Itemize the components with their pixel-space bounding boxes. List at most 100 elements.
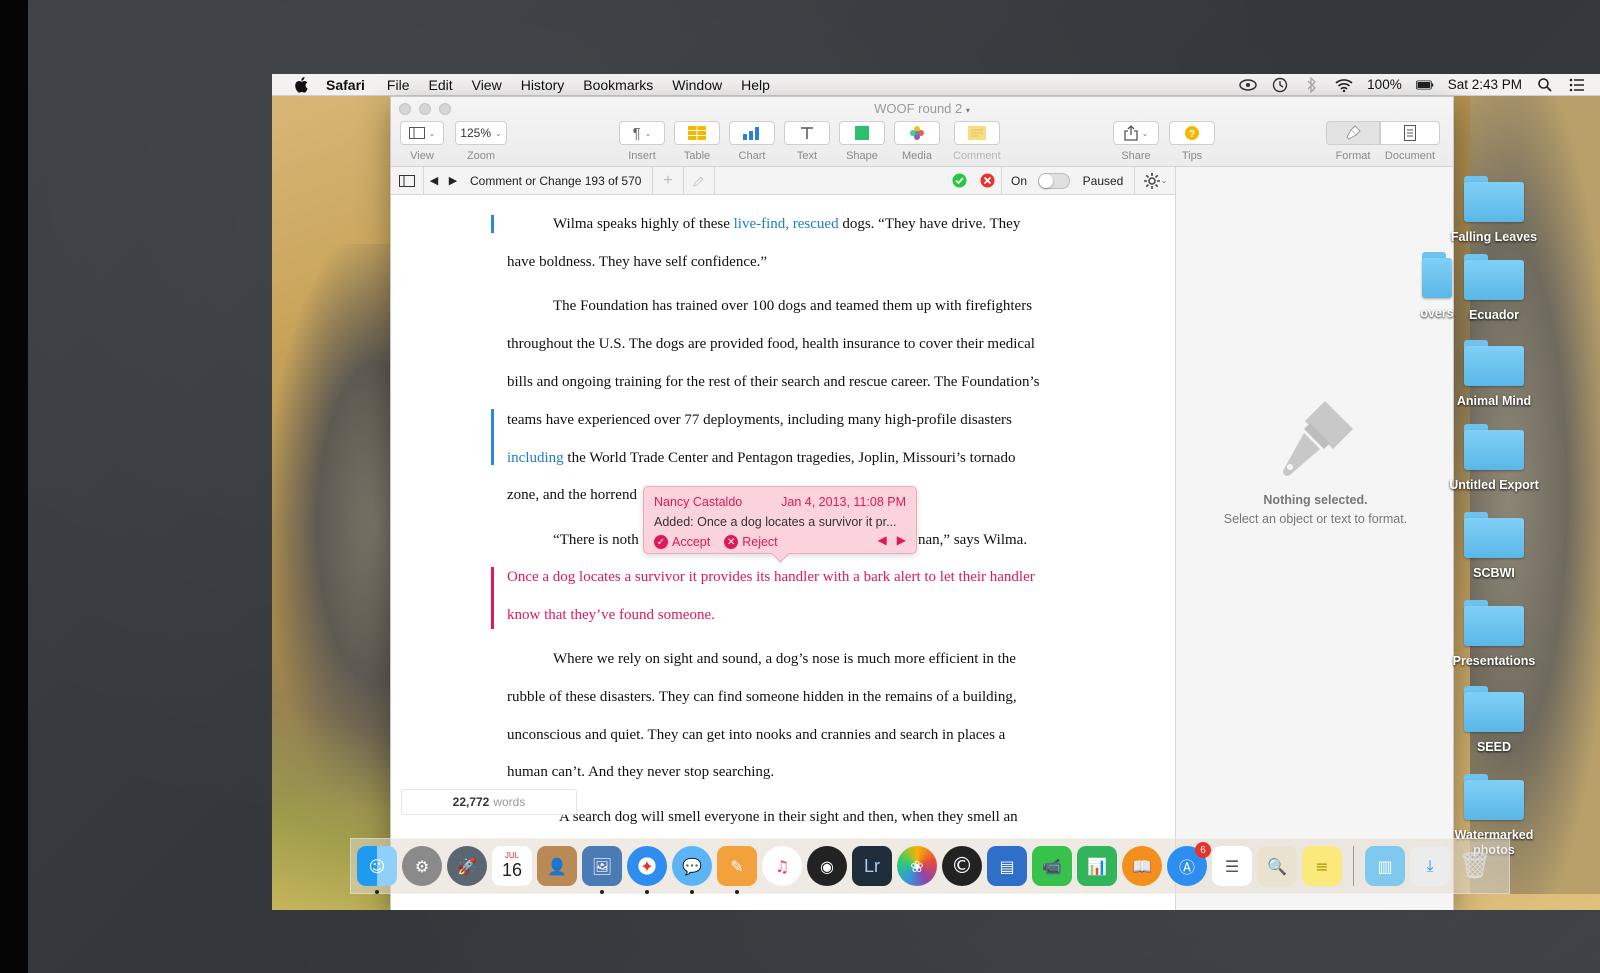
menu-history[interactable]: History: [521, 77, 565, 93]
pages-icon[interactable]: ✎: [717, 846, 757, 894]
desktop-folder[interactable]: Presentations: [1444, 600, 1544, 669]
spotlight-search-icon[interactable]: [1536, 77, 1554, 93]
menu-file[interactable]: File: [387, 77, 410, 93]
edit-comment-button[interactable]: [684, 167, 714, 195]
gear-icon: ⚙: [414, 856, 430, 876]
change-popover[interactable]: Nancy Castaldo Jan 4, 2013, 11:08 PM Add…: [643, 486, 917, 554]
preview-viewer-icon[interactable]: 🔍: [1257, 846, 1297, 886]
time-machine-icon[interactable]: [1271, 77, 1289, 93]
desktop-folder[interactable]: Untitled Export: [1444, 424, 1544, 493]
notification-center-icon[interactable]: [1568, 77, 1586, 93]
view-button[interactable]: ⌄: [400, 121, 444, 145]
desktop-folder[interactable]: Animal Mind: [1444, 340, 1544, 409]
document-title[interactable]: WOOF round 2 ▾: [391, 101, 1453, 116]
text-group: Text: [784, 121, 830, 162]
format-button[interactable]: [1326, 121, 1380, 145]
next-change-arrow-icon[interactable]: ▶: [897, 533, 906, 547]
reject-change-button[interactable]: [973, 167, 1001, 195]
insert-button[interactable]: ¶ ⌄: [619, 121, 665, 145]
calendar-icon[interactable]: JUL 16: [492, 846, 532, 886]
review-bar: ◀ ▶ Comment or Change 193 of 570 + On Pa…: [391, 166, 1175, 195]
accept-check-icon: [952, 173, 966, 188]
applications-folder-icon[interactable]: ▥: [1365, 846, 1405, 886]
preview-icon[interactable]: 🖼: [582, 846, 622, 894]
menu-view[interactable]: View: [472, 77, 502, 93]
comment-button[interactable]: [953, 121, 1000, 145]
media-button[interactable]: [894, 121, 940, 145]
wifi-icon[interactable]: [1335, 77, 1353, 93]
keynote-icon[interactable]: ▤: [987, 846, 1027, 886]
creative-cloud-icon[interactable]: [1239, 77, 1257, 93]
popover-accept-button[interactable]: ✓ Accept: [654, 535, 710, 549]
facetime-icon[interactable]: 📹: [1032, 846, 1072, 886]
apple-icon[interactable]: [294, 76, 310, 93]
text-line: nan,” says Wilma.: [918, 532, 1028, 548]
lightroom-icon[interactable]: Lr: [852, 846, 892, 886]
change-bar: [491, 409, 494, 465]
photo-booth-icon[interactable]: ◉: [807, 846, 847, 886]
previous-change-button[interactable]: ◀: [424, 167, 444, 195]
menu-edit[interactable]: Edit: [428, 77, 452, 93]
podium-icon: ▤: [999, 856, 1015, 876]
insert-label: Insert: [628, 150, 656, 162]
text-button[interactable]: [784, 121, 830, 145]
battery-icon[interactable]: [1415, 77, 1434, 93]
zoom-value: 125%: [460, 126, 491, 140]
previous-change-arrow-icon[interactable]: ◀: [878, 533, 887, 547]
next-change-button[interactable]: ▶: [444, 167, 462, 195]
messages-icon[interactable]: 💬: [672, 846, 712, 894]
menu-help[interactable]: Help: [741, 77, 770, 93]
desktop-folder[interactable]: Ecuador: [1444, 254, 1544, 323]
system-preferences-icon[interactable]: ⚙: [402, 846, 442, 886]
text-line: bills and ongoing training for the rest …: [507, 374, 1040, 390]
folder-icon: [1464, 340, 1524, 386]
trash-icon[interactable]: 🗑: [1455, 846, 1495, 886]
desktop-folder[interactable]: SEED: [1444, 686, 1544, 755]
tips-button[interactable]: ?: [1169, 121, 1215, 145]
desktop-folder[interactable]: SCBWI: [1444, 512, 1544, 581]
photos-icon[interactable]: ❀: [897, 846, 937, 886]
chart-button[interactable]: [729, 121, 775, 145]
bluetooth-icon[interactable]: [1303, 76, 1321, 93]
ibooks-icon[interactable]: 📖: [1122, 846, 1162, 886]
copyright-app-icon[interactable]: ©: [942, 846, 982, 886]
accept-change-button[interactable]: [945, 167, 973, 195]
app-store-icon[interactable]: Ⓐ 6: [1167, 842, 1211, 886]
shape-button[interactable]: [839, 121, 885, 145]
document-page[interactable]: Wilma speaks highly of these live-find, …: [391, 195, 1175, 910]
downloads-stack-icon[interactable]: ⤓: [1410, 846, 1450, 886]
accept-label: Accept: [672, 535, 711, 549]
launchpad-icon[interactable]: 🚀: [447, 846, 487, 886]
shape-label: Shape: [846, 150, 878, 162]
popover-reject-button[interactable]: ✕ Reject: [724, 535, 778, 549]
zoom-select[interactable]: 125% ⌄: [455, 121, 507, 145]
safari-icon[interactable]: ✦: [627, 846, 667, 894]
view-label: View: [410, 150, 434, 162]
table-button[interactable]: [674, 121, 720, 145]
menu-window[interactable]: Window: [672, 77, 722, 93]
sidebar-toggle-icon: [399, 174, 415, 187]
menu-app-name[interactable]: Safari: [326, 77, 365, 93]
numbers-icon[interactable]: 📊: [1077, 846, 1117, 886]
word-count[interactable]: 22,772 words: [401, 789, 577, 815]
document-button[interactable]: [1380, 121, 1440, 145]
media-group: Media: [894, 121, 940, 162]
menubar-clock[interactable]: Sat 2:43 PM: [1448, 77, 1522, 92]
tracking-pause-toggle[interactable]: [1036, 167, 1072, 195]
menu-bookmarks[interactable]: Bookmarks: [583, 77, 653, 93]
reminders-icon[interactable]: ☰: [1212, 846, 1252, 886]
desktop-folder[interactable]: Falling Leaves: [1444, 176, 1544, 245]
share-button[interactable]: ⌄: [1113, 121, 1159, 145]
window-toolbar: WOOF round 2 ▾ ⌄ View 125% ⌄ Zoom ¶ ⌄ Inse…: [391, 97, 1453, 167]
tracking-settings-button[interactable]: ⌄: [1135, 167, 1175, 195]
desktop-folder-partial[interactable]: overs: [1420, 252, 1454, 321]
toggle-switch[interactable]: [1038, 172, 1070, 189]
comments-pane-button[interactable]: [391, 167, 423, 195]
itunes-icon[interactable]: ♫: [762, 846, 802, 886]
add-comment-button[interactable]: +: [653, 167, 683, 195]
finder-icon[interactable]: ☺: [357, 846, 397, 894]
contacts-icon[interactable]: 👤: [537, 846, 577, 886]
share-icon: [1123, 125, 1138, 141]
change-summary: Added: Once a dog locates a survivor it …: [654, 515, 897, 529]
notes-icon[interactable]: ≡: [1302, 846, 1342, 886]
